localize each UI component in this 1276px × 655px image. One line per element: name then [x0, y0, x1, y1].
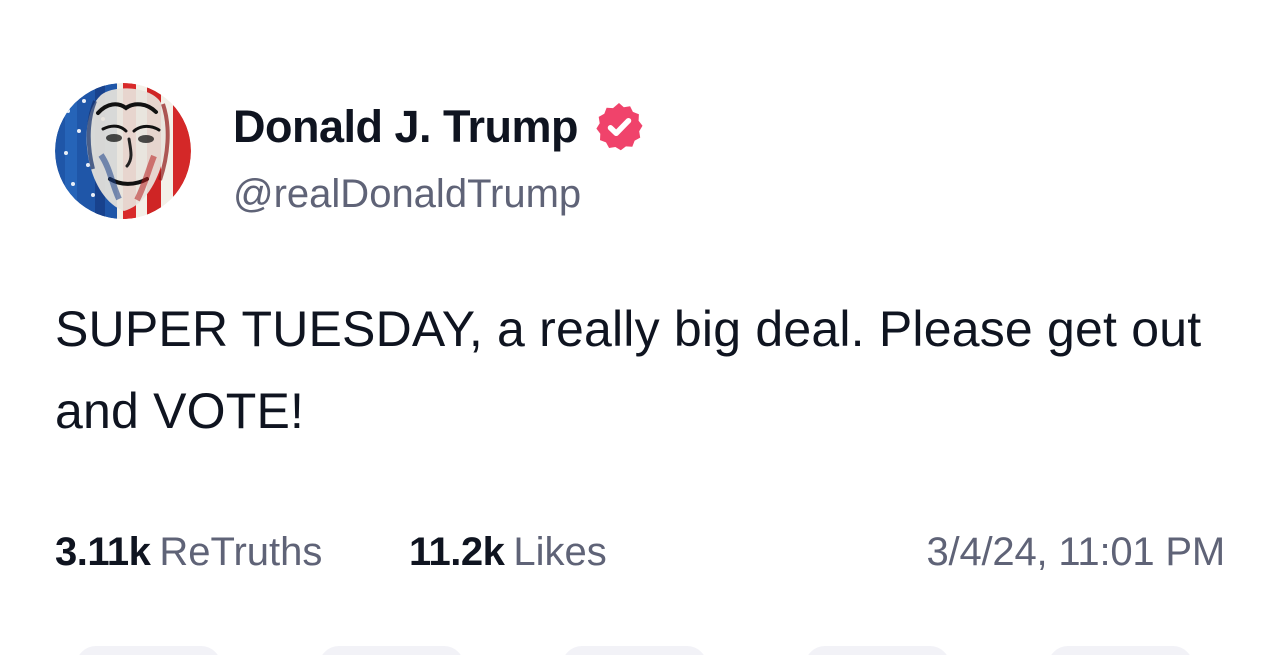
action-button-4[interactable]: [805, 646, 950, 655]
retruths-stat[interactable]: 3.11k ReTruths: [55, 527, 322, 577]
author-identity: Donald J. Trump @realDonaldTrump: [233, 98, 1133, 218]
action-button-1[interactable]: [76, 646, 221, 655]
retruths-count: 3.11k: [55, 530, 151, 574]
post-stats-row: 3.11k ReTruths 11.2k Likes 3/4/24, 11:01 P…: [55, 527, 1225, 577]
action-button-5[interactable]: [1048, 646, 1193, 655]
action-button-2[interactable]: [319, 646, 464, 655]
action-button-3[interactable]: [562, 646, 707, 655]
post-actions-strip: [0, 634, 1276, 655]
likes-count: 11.2k: [409, 530, 505, 574]
post-timestamp[interactable]: 3/4/24, 11:01 PM: [927, 527, 1226, 577]
author-name-row: Donald J. Trump: [233, 98, 646, 156]
author-avatar[interactable]: [55, 83, 191, 219]
likes-stat[interactable]: 11.2k Likes: [409, 527, 607, 577]
post-body-text: SUPER TUESDAY, a really big deal. Please…: [55, 301, 1202, 439]
likes-label: Likes: [513, 530, 607, 574]
post-header: Donald J. Trump @realDonaldTrump: [55, 83, 1215, 223]
verified-badge-icon: [596, 103, 643, 151]
author-display-name[interactable]: Donald J. Trump: [233, 98, 579, 156]
retruths-label: ReTruths: [159, 530, 323, 574]
author-handle[interactable]: @realDonaldTrump: [233, 170, 581, 218]
